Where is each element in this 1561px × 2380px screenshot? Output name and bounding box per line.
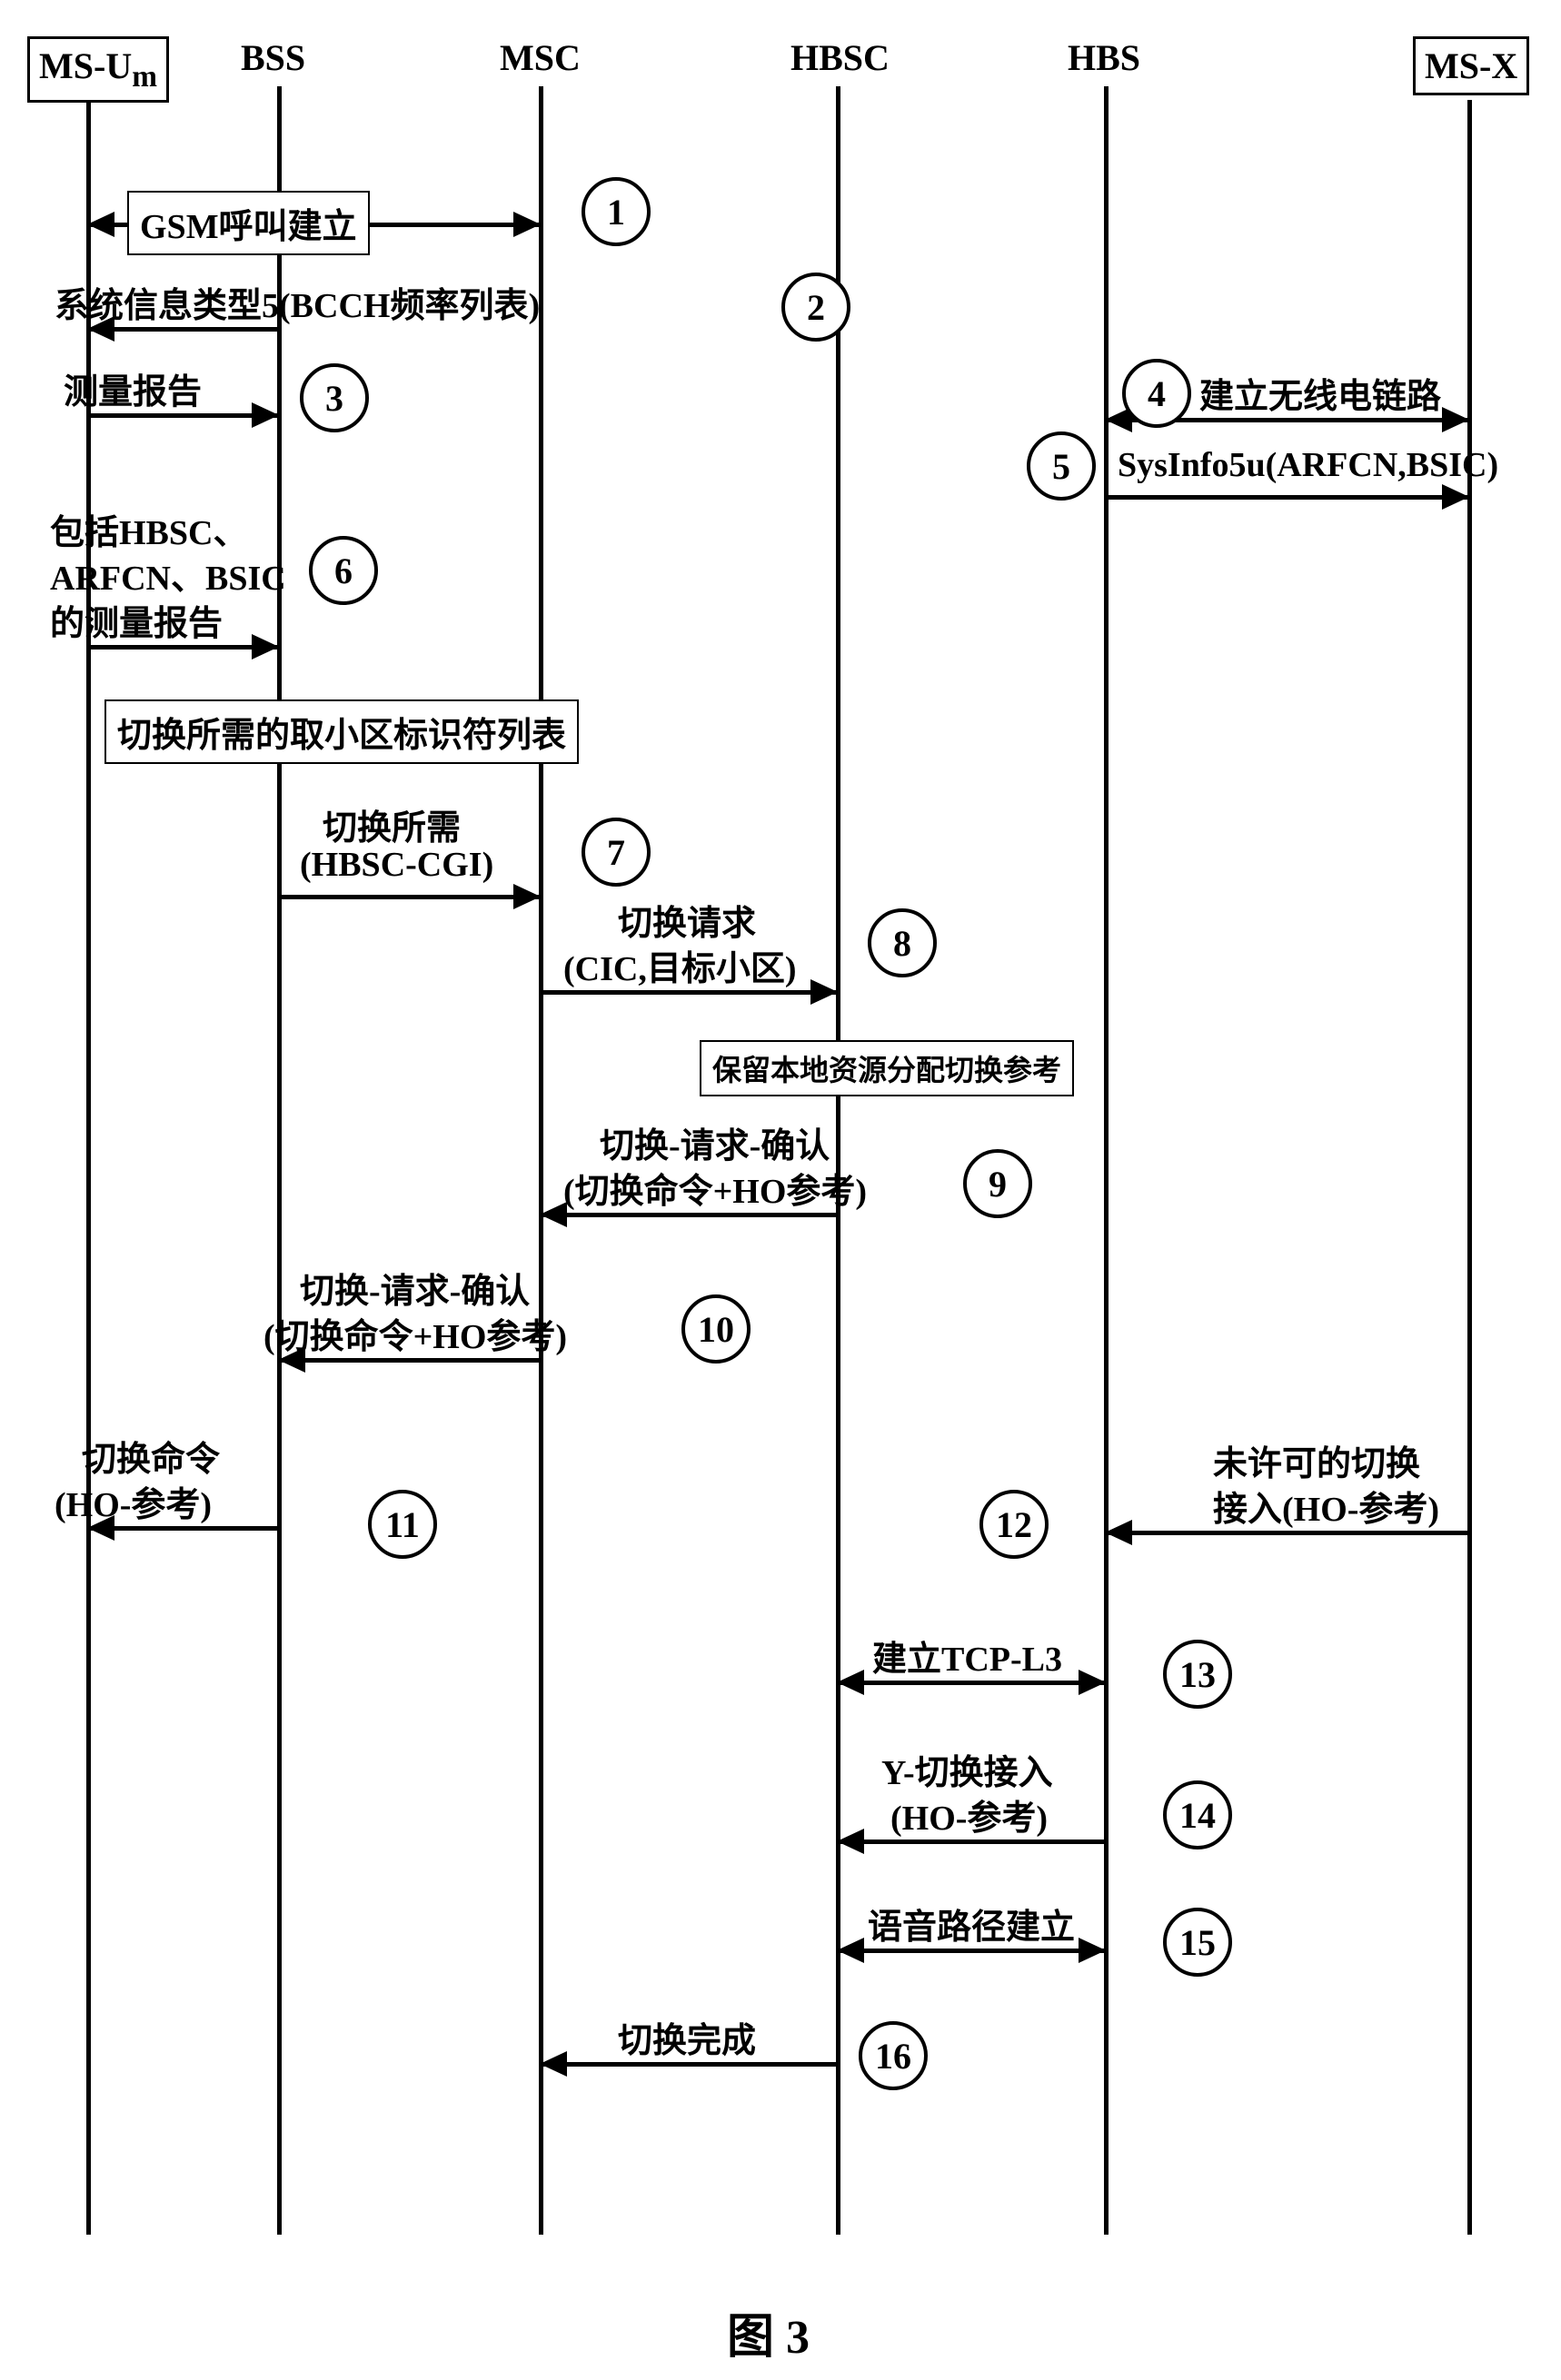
label-meas-hbsc-l3: 的测量报告 <box>50 595 223 645</box>
label-ho-req-ack9-l2: (切换命令+HO参考) <box>563 1163 867 1213</box>
actor-hbsc: HBSC <box>790 36 890 79</box>
label-ho-required-l2: (HBSC-CGI) <box>300 845 493 885</box>
actor-msc-label: MSC <box>500 37 581 78</box>
step-16: 16 <box>859 2021 928 2090</box>
label-sysinfo5-bcch: 系统信息类型5(BCCH频率列表) <box>55 277 540 327</box>
label-establish-radio-link: 建立无线电链路 <box>1199 368 1441 418</box>
label-reserve-local-resource: 保留本地资源分配切换参考 <box>712 1054 1061 1086</box>
label-unlic-ho-l1: 未许可的切换 <box>1213 1435 1420 1485</box>
arrow-ho-req-ack9 <box>542 1213 836 1217</box>
step-9: 9 <box>963 1149 1032 1218</box>
arrow-y-ho <box>839 1840 1104 1844</box>
step-12: 12 <box>979 1490 1049 1559</box>
arrow-ho-command <box>89 1526 277 1531</box>
arrow-unlic-ho <box>1107 1531 1467 1535</box>
label-ho-required-cell-list: 切换所需的取小区标识符列表 <box>117 717 566 755</box>
step-8: 8 <box>868 908 937 977</box>
label-meas-hbsc-l2: ARFCN、BSIC <box>50 550 286 600</box>
label-ho-req-ack10-l1: 切换-请求-确认 <box>300 1263 530 1313</box>
step-3: 3 <box>300 363 369 432</box>
label-ho-command-l1: 切换命令 <box>82 1431 220 1481</box>
label-voice-path: 语音路径建立 <box>868 1899 1075 1949</box>
label-measurement-report: 测量报告 <box>64 363 202 413</box>
step-10: 10 <box>681 1294 751 1364</box>
step-15: 15 <box>1163 1908 1232 1977</box>
step-14: 14 <box>1163 1780 1232 1849</box>
label-ho-request-l2: (CIC,目标小区) <box>563 940 796 990</box>
arrow-measurement-report <box>89 413 277 418</box>
actor-bss-label: BSS <box>241 37 305 78</box>
arrow-voice-path <box>839 1949 1104 1953</box>
label-gsm-call-setup: GSM呼叫建立 <box>140 208 357 246</box>
label-y-ho-l2: (HO-参考) <box>890 1790 1048 1840</box>
arrow-sysinfo5u <box>1107 495 1467 500</box>
arrow-ho-complete <box>542 2062 836 2067</box>
figure-caption: 图 3 <box>727 2298 810 2366</box>
step-4: 4 <box>1122 359 1191 428</box>
label-unlic-ho-l2: 接入(HO-参考) <box>1213 1481 1439 1531</box>
arrow-meas-hbsc <box>89 645 277 650</box>
arrow-sysinfo5-bcch <box>89 327 277 332</box>
actor-hbs-label: HBS <box>1068 37 1140 78</box>
arrow-ho-required <box>280 895 539 899</box>
lifeline-hbsc <box>836 86 840 2235</box>
label-ho-command-l2: (HO-参考) <box>55 1476 212 1526</box>
lifeline-msum <box>86 100 91 2235</box>
actor-hbsc-label: HBSC <box>790 37 890 78</box>
label-sysinfo5u: SysInfo5u(ARFCN,BSIC) <box>1118 445 1498 485</box>
step-11: 11 <box>368 1490 437 1559</box>
actor-msx: MS-X <box>1413 36 1529 95</box>
arrow-ho-request <box>542 990 836 995</box>
arrow-establish-tcp-l3 <box>839 1681 1104 1685</box>
label-y-ho-l1: Y-切换接入 <box>881 1744 1053 1794</box>
step-2: 2 <box>781 273 850 342</box>
lifeline-msc <box>539 86 543 2235</box>
arrow-ho-req-ack10 <box>280 1358 539 1363</box>
step-7: 7 <box>582 818 651 887</box>
label-ho-req-ack9-l1: 切换-请求-确认 <box>600 1117 830 1167</box>
step-1: 1 <box>582 177 651 246</box>
label-ho-request-l1: 切换请求 <box>618 895 756 945</box>
box-ho-required-cell-list: 切换所需的取小区标识符列表 <box>104 699 579 764</box>
step-6: 6 <box>309 536 378 605</box>
actor-bss: BSS <box>241 36 305 79</box>
actor-msum: MS-Um <box>27 36 169 103</box>
label-ho-required-l1: 切换所需 <box>323 799 461 849</box>
actor-msc: MSC <box>500 36 581 79</box>
label-meas-hbsc-l1: 包括HBSC、 <box>50 504 247 554</box>
box-gsm-call-setup: GSM呼叫建立 <box>127 191 370 255</box>
actor-hbs: HBS <box>1068 36 1140 79</box>
actor-msum-sub: m <box>132 60 157 94</box>
actor-msum-label: MS-U <box>39 45 132 86</box>
label-ho-req-ack10-l2: (切换命令+HO参考) <box>263 1308 567 1358</box>
label-ho-complete: 切换完成 <box>618 2012 756 2062</box>
step-13: 13 <box>1163 1640 1232 1709</box>
actor-msx-label: MS-X <box>1425 45 1517 86</box>
sequence-diagram: MS-Um BSS MSC HBSC HBS MS-X GSM呼叫建立 1 系统… <box>0 0 1561 2380</box>
box-reserve-local-resource: 保留本地资源分配切换参考 <box>700 1040 1074 1096</box>
step-5: 5 <box>1027 431 1096 501</box>
label-establish-tcp-l3: 建立TCP-L3 <box>872 1631 1062 1681</box>
